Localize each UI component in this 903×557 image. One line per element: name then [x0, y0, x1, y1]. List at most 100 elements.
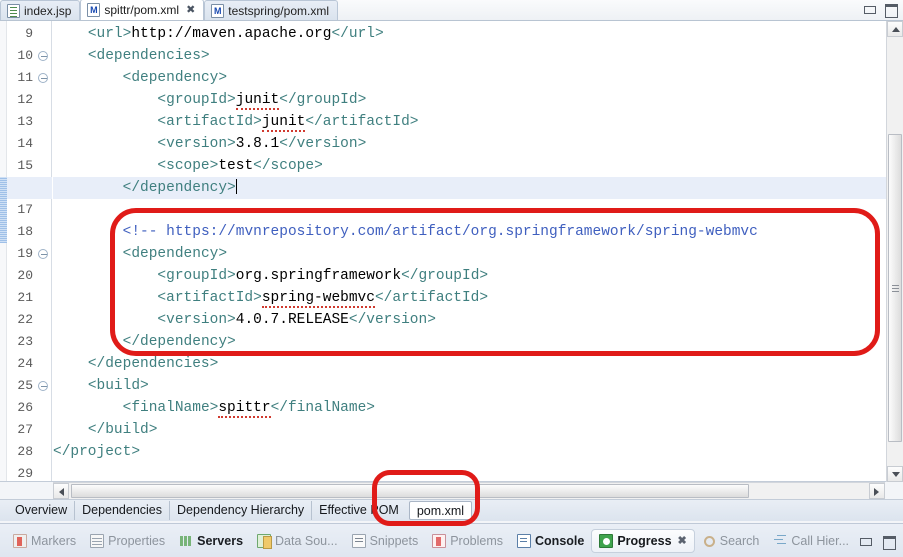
view-tab-servers[interactable]: Servers: [172, 529, 250, 553]
code-line[interactable]: <artifactId>junit</artifactId>: [53, 111, 903, 133]
gutter-row[interactable]: 22: [7, 309, 51, 331]
code-line[interactable]: <version>4.0.7.RELEASE</version>: [53, 309, 903, 331]
gutter-row[interactable]: 28: [7, 441, 51, 463]
code-line[interactable]: <groupId>org.springframework</groupId>: [53, 265, 903, 287]
vertical-scrollbar-thumb[interactable]: [888, 134, 902, 442]
scroll-left-arrow-icon[interactable]: [53, 483, 69, 499]
form-tab-overview[interactable]: Overview: [8, 501, 74, 520]
gutter-row[interactable]: 24: [7, 353, 51, 375]
code-line[interactable]: [53, 463, 903, 481]
code-line[interactable]: <dependencies>: [53, 45, 903, 67]
editor-tab-spittr-pom-xml[interactable]: Mspittr/pom.xml ✖: [80, 0, 205, 20]
fold-collapse-icon[interactable]: [38, 51, 48, 61]
editor-tab-testspring-pom-xml[interactable]: Mtestspring/pom.xml: [204, 0, 338, 20]
maximize-icon[interactable]: [884, 3, 898, 18]
gutter-row[interactable]: 12: [7, 89, 51, 111]
code-line[interactable]: <dependency>: [53, 243, 903, 265]
gutter-row[interactable]: 10: [7, 45, 51, 67]
code-token: junit: [261, 114, 306, 132]
fold-collapse-icon[interactable]: [38, 249, 48, 259]
gutter-row[interactable]: 26: [7, 397, 51, 419]
gutter-row[interactable]: 17: [7, 199, 51, 221]
close-icon[interactable]: ✖: [186, 4, 195, 16]
gutter-row[interactable]: 18: [7, 221, 51, 243]
code-line[interactable]: <groupId>junit</groupId>: [53, 89, 903, 111]
code-editor[interactable]: 9101112131415161718192021222324252627282…: [0, 21, 903, 482]
gutter-row[interactable]: 9: [7, 23, 51, 45]
gutter-row[interactable]: 13: [7, 111, 51, 133]
editor-vertical-scrollbar[interactable]: [886, 21, 903, 482]
code-line[interactable]: <url>http://maven.apache.org</url>: [53, 23, 903, 45]
code-line[interactable]: </dependencies>: [53, 353, 903, 375]
code-token: 4.0.7.RELEASE: [235, 312, 349, 328]
code-token: </dependencies>: [87, 356, 219, 372]
code-line[interactable]: <finalName>spittr</finalName>: [53, 397, 903, 419]
view-tab-data-sou[interactable]: Data Sou...: [250, 529, 345, 553]
gutter-row[interactable]: 19: [7, 243, 51, 265]
gutter-row[interactable]: 21: [7, 287, 51, 309]
code-line[interactable]: <build>: [53, 375, 903, 397]
change-marker: [0, 221, 7, 243]
line-number: 25: [17, 378, 33, 393]
code-line[interactable]: <version>3.8.1</version>: [53, 133, 903, 155]
gutter-row[interactable]: 25: [7, 375, 51, 397]
view-minimize-icon[interactable]: [859, 535, 872, 547]
scroll-right-arrow-icon[interactable]: [869, 483, 885, 499]
code-line[interactable]: </dependency>: [53, 177, 903, 199]
editor-horizontal-scrollbar[interactable]: [53, 482, 885, 499]
line-number: 21: [17, 290, 33, 305]
view-tab-search[interactable]: Search: [695, 529, 767, 553]
line-number-gutter[interactable]: 9101112131415161718192021222324252627282…: [7, 21, 52, 481]
editor-tab-label: testspring/pom.xml: [228, 3, 329, 18]
editor-tab-label: index.jsp: [24, 3, 72, 18]
view-tab-snippets[interactable]: Snippets: [345, 529, 426, 553]
code-line[interactable]: </project>: [53, 441, 903, 463]
horizontal-scrollbar-thumb[interactable]: [71, 484, 749, 498]
minimize-icon[interactable]: [863, 3, 876, 15]
view-tab-call-hier[interactable]: Call Hier...: [766, 529, 856, 553]
gutter-row[interactable]: 11: [7, 67, 51, 89]
gutter-row[interactable]: 23: [7, 331, 51, 353]
view-tab-label: Properties: [108, 533, 166, 548]
view-tab-console[interactable]: Console: [510, 529, 591, 553]
view-tab-problems[interactable]: Problems: [425, 529, 510, 553]
scroll-down-arrow-icon[interactable]: [887, 466, 903, 482]
search-icon: [702, 534, 716, 548]
editor-tab-index-jsp[interactable]: index.jsp: [0, 0, 81, 20]
code-text-area[interactable]: <url>http://maven.apache.org</url> <depe…: [53, 21, 903, 481]
gutter-row[interactable]: 29: [7, 463, 51, 481]
code-line[interactable]: <scope>test</scope>: [53, 155, 903, 177]
editor-tab-bar: index.jsp Mspittr/pom.xml ✖ Mtestspring/pom…: [0, 0, 903, 21]
form-tab-dependencies[interactable]: Dependencies: [74, 501, 169, 520]
form-tab-dependency-hierarchy[interactable]: Dependency Hierarchy: [169, 501, 311, 520]
form-tab-pom-xml[interactable]: pom.xml: [408, 501, 473, 520]
line-number: 19: [17, 246, 33, 261]
code-token: junit: [235, 92, 280, 110]
code-line[interactable]: [53, 199, 903, 221]
current-line-highlight: [7, 177, 52, 199]
view-tab-progress[interactable]: Progress ✖: [591, 528, 695, 553]
line-number: 15: [17, 158, 33, 173]
code-line[interactable]: <artifactId>spring-webmvc</artifactId>: [53, 287, 903, 309]
gutter-row[interactable]: 14: [7, 133, 51, 155]
view-maximize-icon[interactable]: [882, 535, 896, 550]
fold-collapse-icon[interactable]: [38, 73, 48, 83]
close-icon[interactable]: ✖: [678, 534, 687, 547]
view-tab-markers[interactable]: Markers: [6, 529, 83, 553]
line-number: 10: [17, 48, 33, 63]
form-tab-effective-pom[interactable]: Effective POM: [311, 501, 406, 520]
gutter-row[interactable]: 15: [7, 155, 51, 177]
view-tab-properties[interactable]: Properties: [83, 529, 172, 553]
code-line[interactable]: </dependency>: [53, 331, 903, 353]
scroll-up-arrow-icon[interactable]: [887, 21, 903, 37]
gutter-row[interactable]: 20: [7, 265, 51, 287]
gutter-row[interactable]: 27: [7, 419, 51, 441]
fold-collapse-icon[interactable]: [38, 381, 48, 391]
line-number: 28: [17, 444, 33, 459]
code-token: </groupId>: [401, 268, 489, 284]
view-tab-label: Markers: [31, 533, 77, 548]
code-line[interactable]: <!-- https://mvnrepository.com/artifact/…: [53, 221, 903, 243]
pom-editor-form-tabs: Overview Dependencies Dependency Hierarchy…: [0, 499, 903, 521]
code-line[interactable]: <dependency>: [53, 67, 903, 89]
code-line[interactable]: </build>: [53, 419, 903, 441]
